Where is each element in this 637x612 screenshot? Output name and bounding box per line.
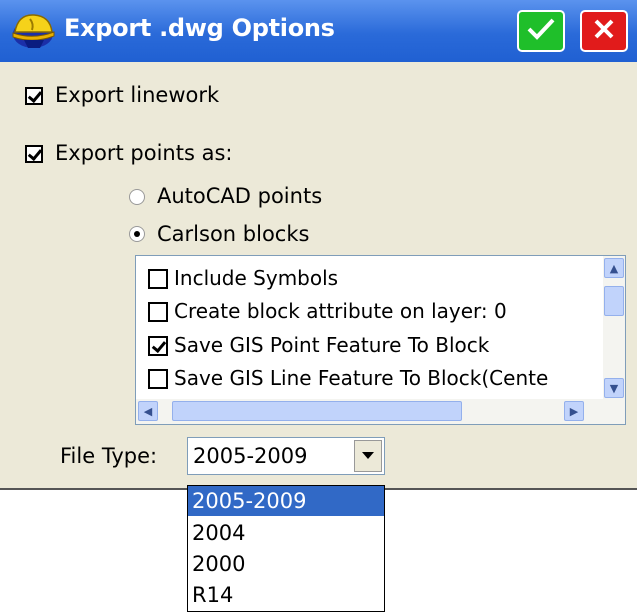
list-item-label: Save GIS Point Feature To Block (174, 333, 490, 357)
title-bar: Export .dwg Options (0, 0, 637, 62)
scroll-up-button[interactable]: ▲ (604, 258, 624, 278)
dropdown-option[interactable]: 2004 (188, 518, 384, 548)
scroll-down-button[interactable]: ▼ (604, 378, 624, 398)
dropdown-option[interactable]: R14 (188, 580, 384, 610)
horizontal-scroll-thumb[interactable] (172, 401, 462, 421)
surveyor-helmet-icon (10, 10, 56, 52)
scroll-right-button[interactable]: ▶ (564, 401, 584, 421)
dropdown-option[interactable]: 2000 (188, 549, 384, 579)
block-options-list[interactable]: Include Symbols Create block attribute o… (135, 255, 626, 425)
x-icon (592, 17, 616, 45)
file-type-dropdown-list[interactable]: 2005-2009 2004 2000 R14 (187, 485, 385, 612)
autocad-points-label: AutoCAD points (157, 184, 323, 208)
save-gis-point-checkbox[interactable] (148, 336, 168, 356)
checkmark-icon (526, 16, 556, 46)
dialog-title: Export .dwg Options (64, 14, 335, 42)
save-gis-line-checkbox[interactable] (148, 369, 168, 389)
list-item-label: Save GIS Line Feature To Block(Cente (174, 366, 549, 390)
vertical-scroll-thumb[interactable] (604, 286, 624, 316)
dropdown-arrow-button[interactable] (354, 440, 382, 472)
include-symbols-checkbox[interactable] (148, 269, 168, 289)
file-type-value: 2005-2009 (193, 444, 308, 468)
export-points-label: Export points as: (55, 141, 233, 165)
file-type-label: File Type: (60, 444, 158, 468)
horizontal-scrollbar[interactable]: ◀ ▶ (136, 399, 625, 424)
carlson-blocks-label: Carlson blocks (157, 222, 310, 246)
scroll-left-button[interactable]: ◀ (138, 401, 158, 421)
create-block-attribute-checkbox[interactable] (148, 302, 168, 322)
carlson-blocks-radio[interactable] (129, 226, 145, 242)
export-linework-checkbox[interactable] (25, 87, 43, 105)
list-item-label: Include Symbols (174, 266, 339, 290)
export-linework-label: Export linework (55, 83, 220, 107)
export-dwg-dialog: Export .dwg Options Export linework Expo… (0, 0, 637, 490)
ok-button[interactable] (517, 10, 565, 52)
file-type-select[interactable]: 2005-2009 (187, 437, 385, 475)
export-points-checkbox[interactable] (25, 145, 43, 163)
close-button[interactable] (580, 10, 628, 52)
autocad-points-radio[interactable] (129, 189, 145, 205)
list-item-label: Create block attribute on layer: 0 (174, 299, 507, 323)
vertical-scrollbar[interactable]: ▲ ▼ (603, 256, 625, 400)
chevron-down-icon (362, 452, 374, 459)
dropdown-option[interactable]: 2005-2009 (188, 486, 384, 516)
